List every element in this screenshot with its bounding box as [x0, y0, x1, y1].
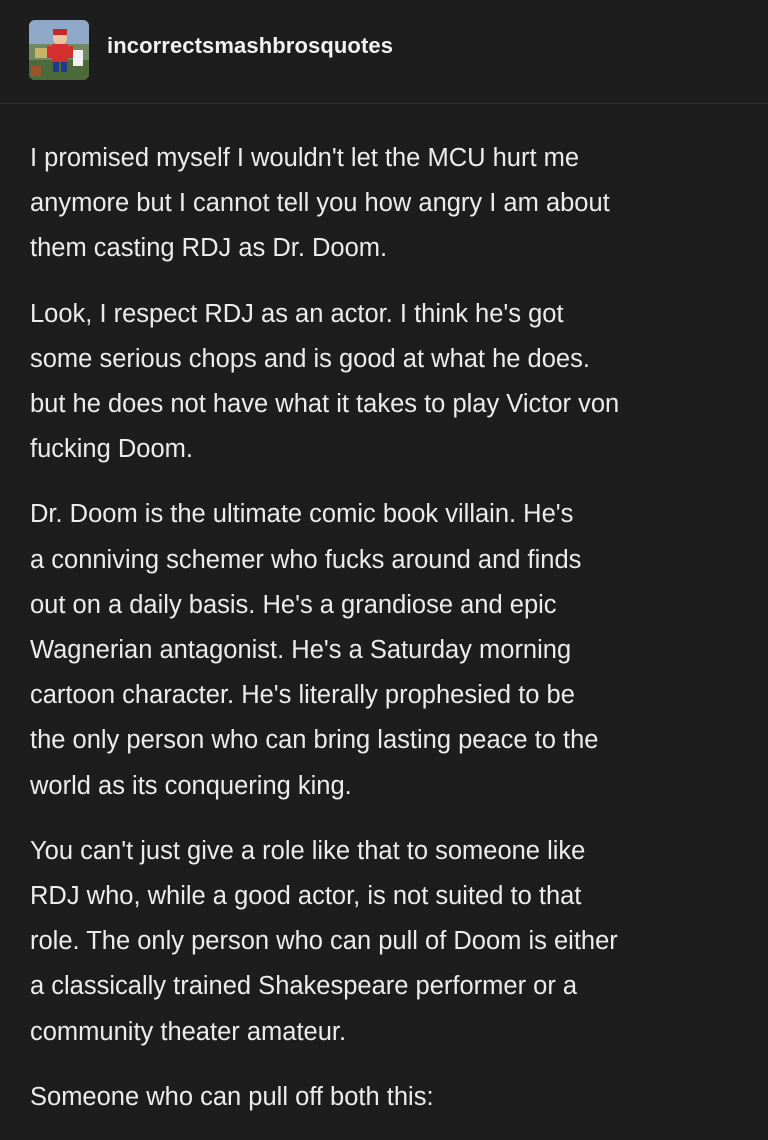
text-line: Look, I respect RDJ as an actor. I think… [30, 299, 564, 328]
text-line: Wagnerian antagonist. He's a Saturday mo… [30, 636, 572, 665]
text-line: You can't just give a role like that to … [30, 836, 586, 865]
text-line: Dr. Doom is the ultimate comic book vill… [30, 500, 574, 529]
text-line: out on a daily basis. He's a grandiose a… [30, 590, 557, 619]
text-line: fucking Doom. [30, 435, 193, 464]
blog-name-link[interactable]: incorrectsmashbrosquotes [107, 33, 393, 59]
post-paragraph: I promised myself I wouldn't let the MCU… [30, 136, 750, 272]
text-line: the only person who can bring lasting pe… [30, 726, 599, 755]
text-line: them casting RDJ as Dr. Doom. [30, 234, 388, 263]
text-line: Someone who can pull off both this: [30, 1082, 434, 1111]
post-paragraph: Look, I respect RDJ as an actor. I think… [30, 292, 750, 473]
post-paragraph: You can't just give a role like that to … [30, 829, 750, 1055]
blog-avatar[interactable] [29, 20, 89, 80]
post-paragraph: Dr. Doom is the ultimate comic book vill… [30, 492, 750, 808]
text-line: RDJ who, while a good actor, is not suit… [30, 882, 582, 911]
text-line: a conniving schemer who fucks around and… [30, 545, 582, 574]
text-line: a classically trained Shakespeare perfor… [30, 972, 578, 1001]
text-line: but he does not have what it takes to pl… [30, 390, 620, 419]
text-line: world as its conquering king. [30, 771, 352, 800]
post-header: incorrectsmashbrosquotes [0, 0, 768, 104]
post-body: I promised myself I wouldn't let the MCU… [30, 136, 750, 1140]
text-line: some serious chops and is good at what h… [30, 344, 590, 373]
text-line: cartoon character. He's literally prophe… [30, 681, 575, 710]
text-line: role. The only person who can pull of Do… [30, 927, 618, 956]
avatar-image-icon [29, 20, 89, 80]
text-line: I promised myself I wouldn't let the MCU… [30, 144, 580, 172]
post-paragraph: Someone who can pull off both this: [30, 1075, 750, 1120]
text-line: anymore but I cannot tell you how angry … [30, 189, 610, 218]
text-line: community theater amateur. [30, 1017, 347, 1046]
